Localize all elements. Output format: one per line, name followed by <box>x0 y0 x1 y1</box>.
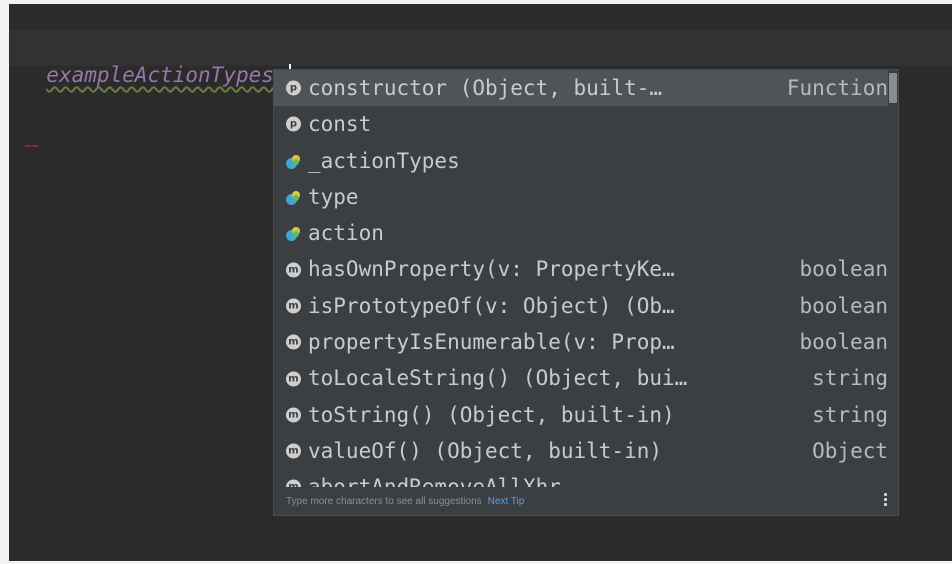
method-icon: m <box>286 443 301 459</box>
footer-hint-text: Type more characters to see all suggesti… <box>286 495 482 507</box>
completion-item[interactable]: m propertyIsEnumerable(v: Prop… boolean <box>274 324 888 360</box>
completion-item[interactable]: p const <box>274 106 888 142</box>
completion-item-label: _actionTypes <box>308 148 460 173</box>
completion-item-type: Function <box>786 76 888 100</box>
completion-list[interactable]: p constructor (Object, built-… Function p co… <box>274 70 888 488</box>
window-frame-left <box>0 0 9 564</box>
completion-item[interactable]: _actionTypes <box>274 143 888 179</box>
completion-item-label: constructor (Object, built-… <box>308 76 663 100</box>
completion-item[interactable]: p constructor (Object, built-… Function <box>274 70 888 107</box>
identifier-token[interactable]: exampleActionTypes <box>46 63 274 87</box>
next-tip-link[interactable]: Next Tip <box>488 496 525 507</box>
completion-item-type: string <box>812 366 888 391</box>
completion-footer: Type more characters to see all suggesti… <box>274 487 898 515</box>
variable-icon <box>284 152 302 170</box>
completion-item-label: type <box>308 184 359 209</box>
property-icon: p <box>286 116 301 132</box>
completion-item[interactable]: m abortAndRemoveAllXhr <box>274 469 888 488</box>
completion-popup[interactable]: p constructor (Object, built-… Function p co… <box>273 69 899 516</box>
completion-item-label: propertyIsEnumerable(v: Prop… <box>308 330 675 355</box>
completion-item-label: action <box>308 221 384 246</box>
completion-item-label: toLocaleString() (Object, bui… <box>308 366 688 391</box>
completion-item-type: Object <box>812 438 888 463</box>
completion-item-type: boolean <box>799 293 888 318</box>
completion-item[interactable]: type <box>274 179 888 215</box>
completion-item-label: const <box>308 112 372 137</box>
completion-item-type: boolean <box>799 257 888 282</box>
completion-item[interactable]: m hasOwnProperty(v: PropertyKe… boolean <box>274 251 888 287</box>
method-icon: m <box>286 407 301 423</box>
completion-item-type: boolean <box>799 330 888 355</box>
completion-item-label: toString() (Object, built-in) <box>308 402 675 427</box>
method-icon: m <box>286 371 301 387</box>
completion-scrollbar[interactable] <box>889 73 897 103</box>
variable-icon <box>284 188 302 206</box>
variable-icon <box>284 224 302 242</box>
completion-item[interactable]: m valueOf() (Object, built-in) Object <box>274 433 888 469</box>
completion-item-label: isPrototypeOf(v: Object) (Ob… <box>308 293 675 318</box>
completion-item-label: abortAndRemoveAllXhr <box>308 475 561 488</box>
footer-hint: Type more characters to see all suggesti… <box>286 496 524 507</box>
method-icon: m <box>286 334 301 350</box>
more-options-icon[interactable] <box>884 493 888 508</box>
property-icon: p <box>286 80 301 96</box>
completion-item-label: valueOf() (Object, built-in) <box>308 438 663 463</box>
completion-item-label: hasOwnProperty(v: PropertyKe… <box>308 257 675 282</box>
method-icon: m <box>286 262 301 278</box>
completion-item[interactable]: m toString() (Object, built-in) string <box>274 397 888 433</box>
error-squiggle-mark: ~~ <box>24 139 39 153</box>
completion-item-type: string <box>812 402 888 427</box>
code-line[interactable]: exampleActionTypes. <box>21 36 291 88</box>
method-icon: m <box>286 298 301 314</box>
completion-item[interactable]: action <box>274 215 888 251</box>
completion-item[interactable]: m toLocaleString() (Object, bui… string <box>274 360 888 396</box>
completion-item[interactable]: m isPrototypeOf(v: Object) (Ob… boolean <box>274 288 888 324</box>
